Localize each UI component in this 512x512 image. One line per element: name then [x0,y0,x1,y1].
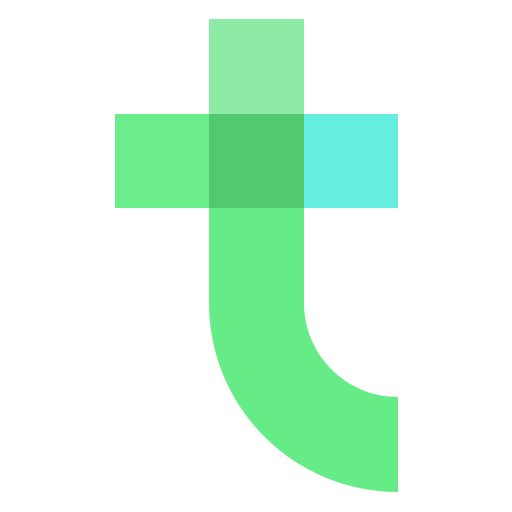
stem-curve-segment [209,208,398,492]
letter-t-logo-icon [115,19,398,492]
crossbar-center-segment [209,114,304,208]
stem-top-segment [209,19,304,114]
crossbar-left-segment [115,114,209,208]
app-icon-canvas [0,0,512,512]
crossbar-right-segment [304,114,398,208]
